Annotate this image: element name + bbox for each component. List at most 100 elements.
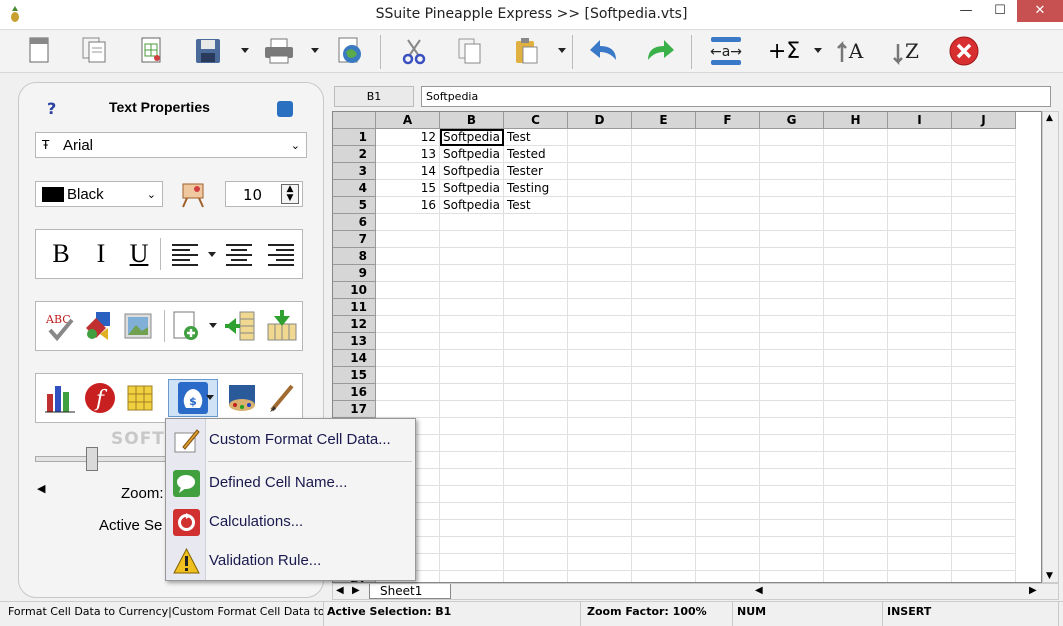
grid-cell[interactable]: [696, 384, 760, 401]
grid-cell[interactable]: [760, 282, 824, 299]
help-icon[interactable]: ?: [47, 99, 56, 118]
row-header[interactable]: 7: [333, 231, 376, 248]
grid-cell[interactable]: [760, 520, 824, 537]
grid-cell[interactable]: [568, 452, 632, 469]
grid-cell[interactable]: [888, 384, 952, 401]
autosum-dropdown-icon[interactable]: [814, 48, 822, 53]
grid-cell[interactable]: [504, 350, 568, 367]
grid-cell[interactable]: [952, 452, 1016, 469]
grid-cell[interactable]: [632, 214, 696, 231]
grid-cell[interactable]: [696, 554, 760, 571]
grid-cell[interactable]: [568, 163, 632, 180]
grid-cell[interactable]: [888, 554, 952, 571]
grid-cell[interactable]: [760, 486, 824, 503]
grid-cell[interactable]: [888, 333, 952, 350]
grid-cell[interactable]: [440, 265, 504, 282]
grid-cell[interactable]: [632, 554, 696, 571]
grid-cell[interactable]: [760, 350, 824, 367]
grid-cell[interactable]: [696, 146, 760, 163]
menu-item-validation-rule[interactable]: Validation Rule...: [166, 543, 415, 579]
flash-icon[interactable]: f: [84, 382, 116, 414]
grid-cell[interactable]: [568, 265, 632, 282]
grid-cell[interactable]: [440, 537, 504, 554]
grid-cell[interactable]: [760, 129, 824, 146]
sort-ascending-icon[interactable]: A: [834, 35, 870, 67]
grid-cell[interactable]: [440, 520, 504, 537]
sort-descending-icon[interactable]: Z: [890, 35, 926, 67]
grid-cell[interactable]: [504, 520, 568, 537]
row-header[interactable]: 2: [333, 146, 376, 163]
grid-cell[interactable]: [760, 469, 824, 486]
grid-cell[interactable]: [952, 214, 1016, 231]
grid-cell[interactable]: [440, 299, 504, 316]
formula-input[interactable]: Softpedia: [421, 86, 1051, 107]
grid-cell[interactable]: [632, 435, 696, 452]
grid-cell[interactable]: [440, 469, 504, 486]
grid-cell[interactable]: [824, 486, 888, 503]
grid-cell[interactable]: [888, 452, 952, 469]
grid-cell[interactable]: [504, 214, 568, 231]
paste-icon[interactable]: [510, 35, 542, 67]
grid-cell[interactable]: [760, 248, 824, 265]
grid-cell[interactable]: [696, 163, 760, 180]
grid-cell[interactable]: [568, 197, 632, 214]
column-header[interactable]: C: [504, 112, 568, 129]
grid-cell[interactable]: [504, 401, 568, 418]
grid-cell[interactable]: [760, 384, 824, 401]
grid-cell[interactable]: [696, 435, 760, 452]
grid-cell[interactable]: [440, 333, 504, 350]
grid-cell[interactable]: [632, 571, 696, 582]
grid-cell[interactable]: [760, 265, 824, 282]
tab-scroll-right-icon[interactable]: ▶: [352, 585, 360, 596]
grid-cell[interactable]: [760, 418, 824, 435]
tab-scroll-left-icon[interactable]: ◀: [336, 585, 344, 596]
grid-corner[interactable]: [333, 112, 376, 129]
grid-cell[interactable]: [376, 350, 440, 367]
grid-cell[interactable]: [632, 401, 696, 418]
grid-cell[interactable]: [376, 299, 440, 316]
grid-cell[interactable]: 12: [376, 129, 440, 146]
grid-cell[interactable]: [568, 282, 632, 299]
hscroll-right-icon[interactable]: ▶: [1029, 585, 1037, 596]
grid-cell[interactable]: [952, 520, 1016, 537]
grid-cell[interactable]: [760, 180, 824, 197]
new-sheet-icon[interactable]: [170, 310, 202, 342]
grid-cell[interactable]: [568, 367, 632, 384]
grid-cell[interactable]: [952, 503, 1016, 520]
grid-cell[interactable]: [568, 486, 632, 503]
grid-cell[interactable]: [952, 248, 1016, 265]
grid-cell[interactable]: [440, 350, 504, 367]
grid-cell[interactable]: [568, 554, 632, 571]
grid-cell[interactable]: [824, 333, 888, 350]
row-header[interactable]: 4: [333, 180, 376, 197]
grid-cell[interactable]: [696, 367, 760, 384]
grid-cell[interactable]: [504, 265, 568, 282]
grid-cell[interactable]: [824, 248, 888, 265]
grid-cell[interactable]: [376, 282, 440, 299]
grid-cell[interactable]: [696, 248, 760, 265]
grid-cell[interactable]: [888, 265, 952, 282]
grid-cell[interactable]: [824, 520, 888, 537]
font-color-select[interactable]: Black ⌄: [35, 181, 163, 207]
hscroll-left-icon[interactable]: ◀: [755, 585, 763, 596]
grid-cell[interactable]: [696, 418, 760, 435]
grid-cell[interactable]: Softpedia: [440, 163, 504, 180]
grid-cell[interactable]: [760, 214, 824, 231]
zoom-slider-thumb[interactable]: [86, 447, 99, 471]
grid-cell[interactable]: [632, 520, 696, 537]
grid-cell[interactable]: [632, 350, 696, 367]
grid-cell[interactable]: [952, 163, 1016, 180]
row-header[interactable]: 8: [333, 248, 376, 265]
grid-cell[interactable]: [952, 384, 1016, 401]
grid-cell[interactable]: [888, 537, 952, 554]
underline-button[interactable]: U: [126, 239, 152, 268]
grid-cell[interactable]: [504, 384, 568, 401]
copy-icon[interactable]: [454, 35, 486, 67]
align-right-icon[interactable]: [266, 240, 296, 268]
grid-cell[interactable]: [696, 316, 760, 333]
sheet-tab[interactable]: Sheet1: [369, 584, 451, 599]
grid-cell[interactable]: [696, 214, 760, 231]
grid-cell[interactable]: [440, 486, 504, 503]
grid-cell[interactable]: [632, 163, 696, 180]
grid-cell[interactable]: [632, 503, 696, 520]
